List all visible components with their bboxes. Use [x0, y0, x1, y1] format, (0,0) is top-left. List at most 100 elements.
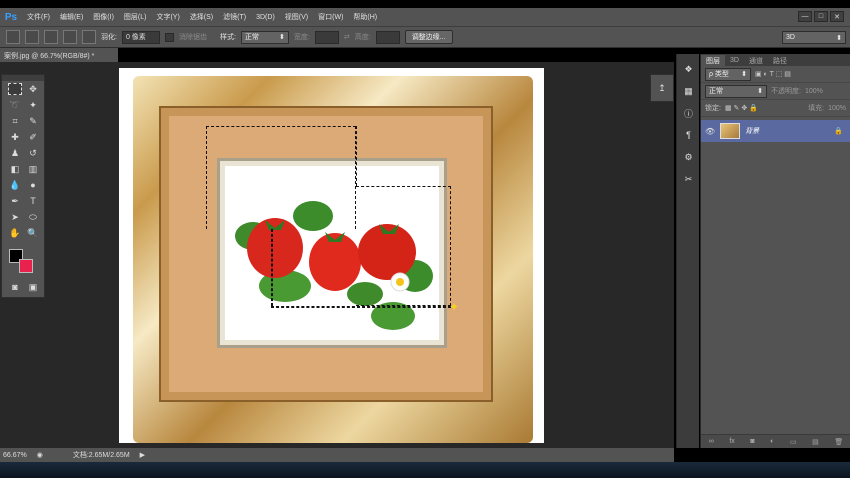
minimize-button[interactable]: —: [798, 11, 812, 22]
layers-comp-icon[interactable]: ▦: [677, 80, 700, 102]
gradient-tool-icon[interactable]: ▥: [26, 163, 40, 175]
style-select-value: 正常: [244, 34, 259, 41]
eraser-tool-icon[interactable]: ◧: [8, 163, 22, 175]
status-menu-icon[interactable]: ▶: [140, 451, 145, 459]
tab-3d[interactable]: 3D: [725, 55, 744, 66]
toolbox-handle[interactable]: [2, 75, 44, 81]
width-input[interactable]: [314, 30, 339, 44]
screen-mode-icon[interactable]: ▣: [26, 281, 40, 293]
adjustments-panel-icon[interactable]: ⚙: [677, 146, 700, 168]
intersect-selection-icon[interactable]: [82, 30, 96, 44]
pen-tool-icon[interactable]: ✒: [8, 195, 22, 207]
ellipse-tool-icon[interactable]: ⬭: [26, 211, 40, 223]
link-layers-icon[interactable]: ∞: [709, 438, 714, 445]
opacity-value[interactable]: 100%: [805, 88, 823, 95]
selection-marquee: [206, 126, 356, 229]
lock-icon: 🔒: [834, 128, 843, 135]
type-tool-icon[interactable]: T: [26, 195, 40, 207]
zoom-level[interactable]: 66.67%: [3, 452, 27, 459]
add-selection-icon[interactable]: [44, 30, 58, 44]
menu-type[interactable]: 文字(Y): [151, 12, 184, 22]
menu-3d[interactable]: 3D(D): [251, 14, 280, 21]
blend-mode-select[interactable]: 正常 ⬍: [705, 84, 767, 98]
menu-view[interactable]: 视图(V): [280, 12, 313, 22]
workspace-select[interactable]: 3D ⬍: [782, 31, 846, 44]
background-color-swatch[interactable]: [19, 259, 33, 273]
layers-panel: 图层 3D 通道 路径 ρ 类型 ⬍ ▣ ◐ T ⬚ ▤ 正常 ⬍ 不透明度: …: [700, 54, 850, 448]
layer-style-icon[interactable]: fx: [729, 438, 734, 445]
zoom-tool-icon[interactable]: 🔍: [26, 227, 40, 239]
hand-tool-icon[interactable]: ✋: [8, 227, 22, 239]
tab-layers[interactable]: 图层: [701, 55, 725, 66]
3d-panel-icon[interactable]: ❖: [677, 58, 700, 80]
maximize-button[interactable]: □: [814, 11, 828, 22]
dodge-tool-icon[interactable]: ●: [26, 179, 40, 191]
height-input[interactable]: [375, 30, 400, 44]
document-canvas[interactable]: ✦: [119, 68, 544, 443]
tab-channels[interactable]: 通道: [744, 55, 768, 66]
paragraph-panel-icon[interactable]: ¶: [677, 124, 700, 146]
window-controls: — □ ✕: [798, 11, 844, 22]
crop-tool-icon[interactable]: ⌗: [8, 115, 22, 127]
swap-icon[interactable]: ⇄: [344, 33, 350, 41]
layer-row-background[interactable]: 👁 背景 🔒: [701, 120, 850, 142]
menu-filter[interactable]: 滤镜(T): [218, 12, 251, 22]
document-tab[interactable]: 案例.jpg @ 66.7%(RGB/8#) *: [0, 48, 118, 62]
blend-row: 正常 ⬍ 不透明度: 100%: [701, 83, 850, 100]
eye-icon[interactable]: 👁: [705, 127, 715, 136]
blur-tool-icon[interactable]: 💧: [8, 179, 22, 191]
filter-icons[interactable]: ▣ ◐ T ⬚ ▤: [755, 70, 791, 78]
move-tool-icon[interactable]: ✥: [26, 83, 40, 95]
layer-thumbnail: [720, 123, 741, 139]
new-group-icon[interactable]: ▭: [790, 438, 797, 446]
history-brush-tool-icon[interactable]: ↺: [26, 147, 40, 159]
menu-window[interactable]: 窗口(W): [313, 12, 348, 22]
quick-mask-icon[interactable]: ◙: [8, 281, 22, 293]
antialias-checkbox[interactable]: [164, 32, 174, 42]
layer-mask-icon[interactable]: ◙: [750, 438, 754, 445]
eyedropper-tool-icon[interactable]: ✎: [26, 115, 40, 127]
clone-stamp-tool-icon[interactable]: ♟: [8, 147, 22, 159]
close-button[interactable]: ✕: [830, 11, 844, 22]
path-selection-tool-icon[interactable]: ➤: [8, 211, 22, 223]
info-panel-icon[interactable]: ⓘ: [677, 102, 700, 124]
style-select[interactable]: 正常 ⬍: [240, 30, 289, 44]
workspace-select-value: 3D: [786, 34, 795, 41]
os-taskbar: [0, 462, 850, 478]
tab-paths[interactable]: 路径: [768, 55, 792, 66]
menu-edit[interactable]: 编辑(E): [55, 12, 88, 22]
menu-help[interactable]: 帮助(H): [348, 12, 382, 22]
status-bar: 66.67% ◉ 文档:2.65M/2.65M ▶: [0, 448, 674, 462]
style-label: 样式:: [219, 34, 236, 41]
magic-wand-tool-icon[interactable]: ✦: [26, 99, 40, 111]
photoshop-logo: Ps: [4, 11, 18, 23]
brush-tool-icon[interactable]: ✐: [26, 131, 40, 143]
fill-value[interactable]: 100%: [828, 105, 846, 112]
lock-icons[interactable]: ▦ ✎ ✥ 🔒: [725, 104, 758, 112]
width-label: 宽度:: [293, 34, 310, 41]
layer-filter-row: ρ 类型 ⬍ ▣ ◐ T ⬚ ▤: [701, 66, 850, 83]
menu-select[interactable]: 选择(S): [185, 12, 218, 22]
new-layer-icon[interactable]: ▤: [812, 438, 819, 446]
collapsed-panel[interactable]: ↥: [650, 74, 674, 102]
layer-filter-select[interactable]: ρ 类型 ⬍: [705, 67, 751, 81]
menu-image[interactable]: 图像(I): [88, 12, 119, 22]
feather-label: 羽化:: [101, 34, 117, 41]
tools-panel-icon[interactable]: ✂: [677, 168, 700, 190]
layers-panel-footer: ∞ fx ◙ ◐ ▭ ▤ 🗑: [701, 434, 850, 448]
healing-brush-tool-icon[interactable]: ✚: [8, 131, 22, 143]
menu-file[interactable]: 文件(F): [22, 12, 55, 22]
layer-filter-value: ρ 类型: [709, 71, 729, 78]
delete-layer-icon[interactable]: 🗑: [834, 438, 843, 446]
menu-layer[interactable]: 图层(L): [119, 12, 152, 22]
new-selection-icon[interactable]: [25, 30, 39, 44]
selection-marquee: [271, 229, 273, 306]
lasso-tool-icon[interactable]: ➰: [8, 99, 22, 111]
history-icon[interactable]: ↥: [658, 83, 666, 94]
subtract-selection-icon[interactable]: [63, 30, 77, 44]
refine-edge-button[interactable]: 调整边缘...: [404, 30, 453, 44]
adjustment-layer-icon[interactable]: ◐: [770, 438, 774, 445]
rect-marquee-tool-icon[interactable]: [8, 83, 22, 95]
marquee-preset-icon[interactable]: [6, 30, 20, 44]
feather-input[interactable]: 0 像素: [121, 30, 160, 44]
